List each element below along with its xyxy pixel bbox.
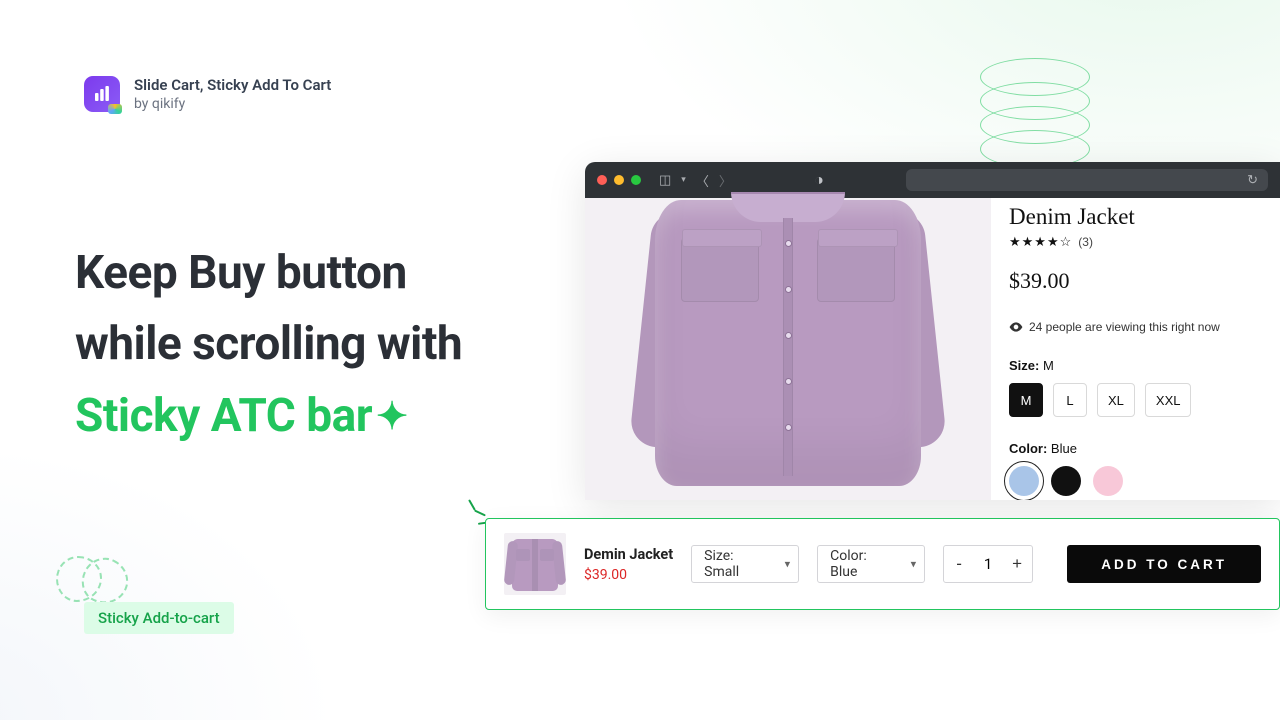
sticky-size-select[interactable]: Size: Small ▾	[691, 545, 799, 583]
hero-heading: Keep Buy button while scrolling with Sti…	[75, 238, 595, 452]
reload-icon[interactable]: ↻	[1247, 173, 1258, 188]
maximize-window-icon[interactable]	[631, 175, 641, 185]
sticky-color-value: Color: Blue	[830, 548, 896, 580]
qty-value: 1	[974, 555, 1002, 573]
qty-decrease-button[interactable]: -	[944, 546, 974, 582]
nav-back-icon[interactable]: 〈	[696, 171, 709, 190]
color-option-pink[interactable]	[1093, 466, 1123, 496]
product-price: $39.00	[1009, 268, 1262, 294]
privacy-shield-icon[interactable]: ◑	[814, 170, 824, 190]
app-subtitle: by qikify	[134, 96, 331, 112]
qty-increase-button[interactable]: +	[1002, 546, 1032, 582]
sparkle-icon: ✦	[376, 395, 407, 439]
eye-icon	[1009, 322, 1023, 332]
chevron-down-icon: ▾	[785, 558, 791, 571]
nav-forward-icon[interactable]: 〉	[719, 171, 732, 190]
size-option-m[interactable]: M	[1009, 383, 1043, 417]
hero-accent: Sticky ATC bar	[75, 389, 372, 443]
close-window-icon[interactable]	[597, 175, 607, 185]
color-option-blue[interactable]	[1009, 466, 1039, 496]
sticky-size-value: Size: Small	[704, 548, 770, 580]
size-option-xxl[interactable]: XXL	[1145, 383, 1192, 417]
address-bar[interactable]: ↻	[906, 169, 1268, 191]
chevron-down-icon[interactable]: ▾	[681, 175, 686, 185]
rating-count: (3)	[1078, 235, 1093, 249]
product-image-panel	[585, 198, 991, 500]
sticky-color-select[interactable]: Color: Blue ▾	[817, 545, 925, 583]
decorative-rings	[980, 58, 1090, 168]
size-option-l[interactable]: L	[1053, 383, 1087, 417]
app-logo-icon	[84, 76, 120, 112]
product-info: Denim Jacket ★★★★☆ (3) $39.00 24 people …	[991, 198, 1280, 500]
feature-tag: Sticky Add-to-cart	[84, 602, 234, 634]
traffic-lights	[597, 175, 641, 185]
product-title: Denim Jacket	[1009, 204, 1262, 230]
app-title: Slide Cart, Sticky Add To Cart	[134, 76, 331, 94]
size-label: Size: M	[1009, 358, 1262, 373]
app-badge: Slide Cart, Sticky Add To Cart by qikify	[84, 76, 331, 112]
viewing-now: 24 people are viewing this right now	[1009, 320, 1262, 334]
hero-line-2: while scrolling with	[75, 317, 462, 371]
browser-window: ◫ ▾ 〈 〉 ◑ ↻ Denim Jacket ★★★★☆ (3) $	[585, 162, 1280, 500]
sticky-product-price: $39.00	[584, 567, 673, 583]
chevron-down-icon: ▾	[911, 558, 917, 571]
color-option-black[interactable]	[1051, 466, 1081, 496]
size-option-xl[interactable]: XL	[1097, 383, 1135, 417]
star-icons: ★★★★☆	[1009, 234, 1072, 250]
minimize-window-icon[interactable]	[614, 175, 624, 185]
sidebar-toggle-icon[interactable]: ◫	[659, 173, 671, 188]
hero-line-1: Keep Buy button	[75, 246, 407, 300]
sticky-product-name: Demin Jacket	[584, 546, 673, 563]
color-label: Color: Blue	[1009, 441, 1262, 456]
add-to-cart-button[interactable]: ADD TO CART	[1067, 545, 1261, 583]
sticky-product-thumb	[504, 533, 566, 595]
sticky-atc-bar: Demin Jacket $39.00 Size: Small ▾ Color:…	[485, 518, 1280, 610]
product-image	[635, 190, 941, 496]
viewing-text: 24 people are viewing this right now	[1029, 320, 1220, 334]
product-rating: ★★★★☆ (3)	[1009, 234, 1262, 250]
decorative-blobs	[56, 556, 128, 604]
sticky-quantity-stepper: - 1 +	[943, 545, 1033, 583]
